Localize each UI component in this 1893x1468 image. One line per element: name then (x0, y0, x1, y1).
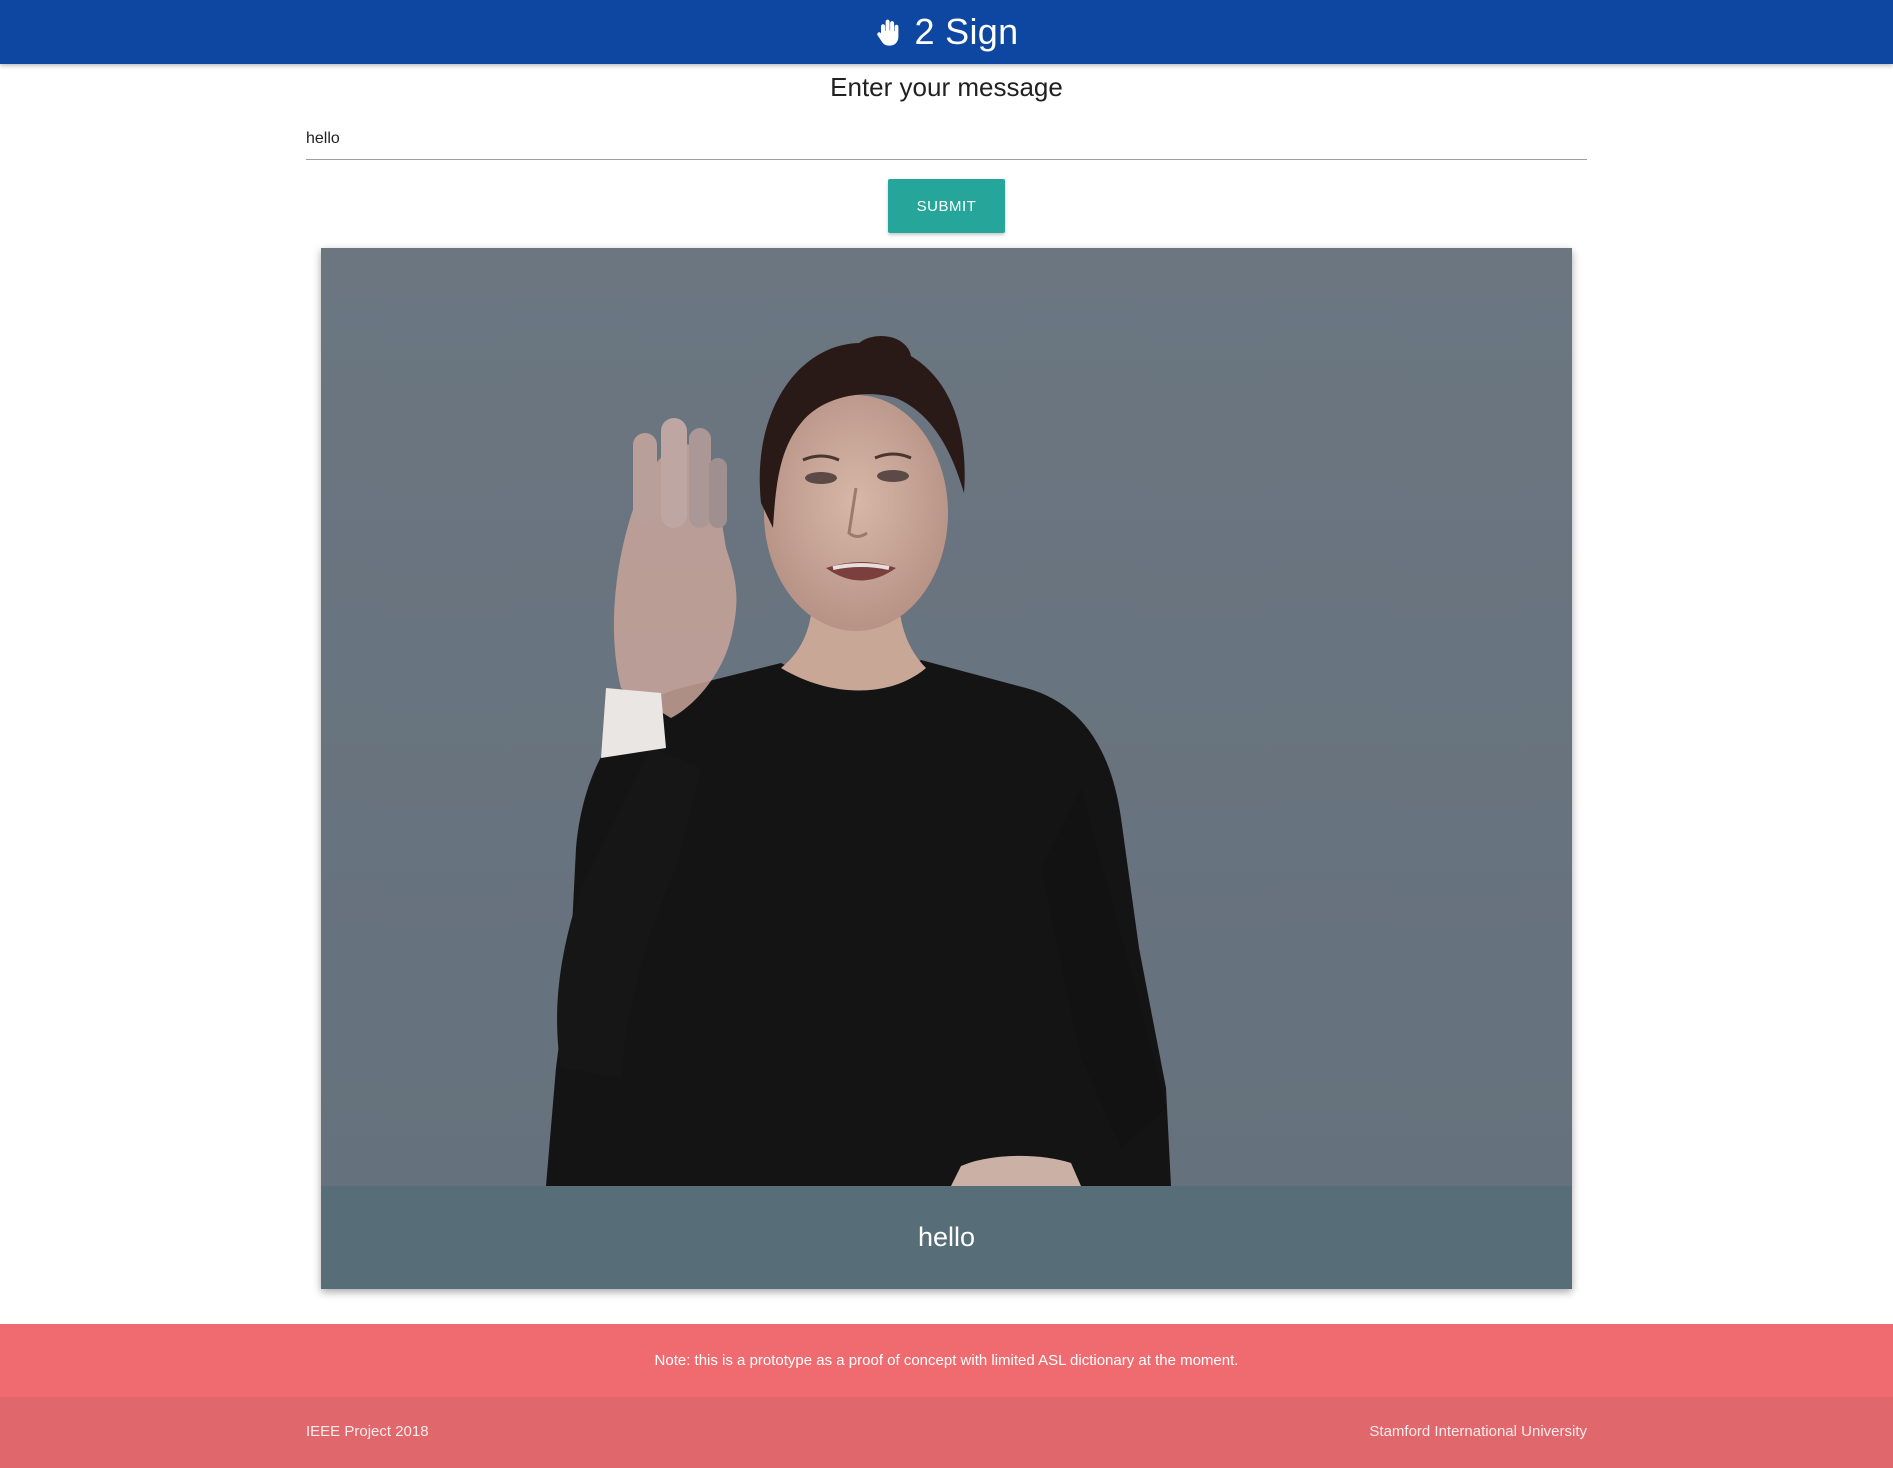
navbar: 2 Sign (0, 0, 1893, 64)
card-caption: hello (321, 1186, 1572, 1289)
submit-button[interactable]: SUBMIT (888, 179, 1005, 233)
footer: IEEE Project 2018 Stamford International… (0, 1397, 1893, 1468)
app-title: 2 Sign (914, 11, 1019, 52)
prototype-note: Note: this is a prototype as a proof of … (0, 1324, 1893, 1397)
sign-card: hello (321, 248, 1572, 1289)
person-signing-illustration (321, 248, 1572, 1186)
sign-image (321, 248, 1572, 1186)
footer-university-text: Stamford International University (1369, 1423, 1587, 1440)
brand-logo[interactable]: 2 Sign (875, 11, 1019, 53)
footer-project-text: IEEE Project 2018 (306, 1423, 429, 1440)
hand-paper-icon (876, 19, 898, 46)
page-title: Enter your message (830, 72, 1063, 102)
message-input[interactable] (306, 118, 1587, 160)
